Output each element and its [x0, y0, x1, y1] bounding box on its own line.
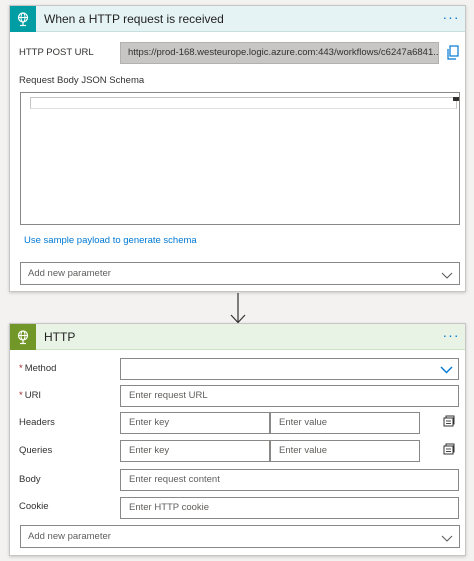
http-globe-icon: [10, 323, 36, 350]
http-add-parameter-dropdown[interactable]: Add new parameter: [20, 525, 460, 548]
headers-label: Headers: [19, 417, 55, 428]
schema-editor[interactable]: [20, 92, 460, 225]
queries-label: Queries: [19, 445, 53, 456]
cookie-input[interactable]: Enter HTTP cookie: [120, 497, 459, 519]
http-post-url-label: HTTP POST URL: [19, 47, 94, 58]
queries-value-input[interactable]: Enter value: [270, 440, 420, 462]
trigger-more-menu-button[interactable]: ···: [441, 8, 461, 28]
http-more-menu-button[interactable]: ···: [441, 326, 461, 346]
uri-label: * URI: [19, 390, 41, 401]
uri-input[interactable]: Enter request URL: [120, 385, 459, 407]
method-label-text: Method: [24, 363, 57, 374]
method-label: * Method: [19, 363, 56, 374]
copy-icon[interactable]: [446, 45, 460, 61]
http-post-url-field[interactable]: https://prod-168.westeurope.logic.azure.…: [120, 42, 439, 64]
chevron-down-icon: [440, 363, 453, 376]
http-title: HTTP: [44, 329, 76, 344]
http-action-card: HTTP ··· * Method * URI Enter request URL …: [9, 323, 466, 556]
chevron-down-icon: [441, 531, 453, 543]
schema-editor-line: [30, 97, 457, 109]
schema-label: Request Body JSON Schema: [19, 75, 145, 86]
down-arrow-icon: [229, 293, 247, 325]
body-label: Body: [19, 474, 41, 485]
required-mark: *: [19, 390, 23, 401]
trigger-header[interactable]: When a HTTP request is received ···: [10, 5, 465, 32]
method-select[interactable]: [120, 358, 459, 380]
schema-scrollbar[interactable]: [453, 97, 459, 101]
switch-to-text-mode-icon[interactable]: [442, 414, 456, 428]
switch-to-text-mode-icon[interactable]: [442, 442, 456, 456]
request-globe-icon: [10, 5, 36, 32]
http-header[interactable]: HTTP ···: [10, 323, 465, 350]
headers-key-input[interactable]: Enter key: [120, 412, 270, 434]
body-input[interactable]: Enter request content: [120, 469, 459, 491]
headers-value-input[interactable]: Enter value: [270, 412, 420, 434]
sample-payload-link[interactable]: Use sample payload to generate schema: [24, 235, 197, 246]
trigger-add-parameter-placeholder: Add new parameter: [28, 268, 111, 279]
trigger-add-parameter-dropdown[interactable]: Add new parameter: [20, 262, 460, 285]
required-mark: *: [19, 363, 23, 374]
http-add-parameter-placeholder: Add new parameter: [28, 531, 111, 542]
queries-key-input[interactable]: Enter key: [120, 440, 270, 462]
cookie-label: Cookie: [19, 501, 49, 512]
uri-label-text: URI: [24, 390, 42, 401]
trigger-title: When a HTTP request is received: [44, 11, 224, 26]
chevron-down-icon: [441, 268, 453, 280]
request-trigger-card: When a HTTP request is received ··· HTTP…: [9, 5, 466, 292]
